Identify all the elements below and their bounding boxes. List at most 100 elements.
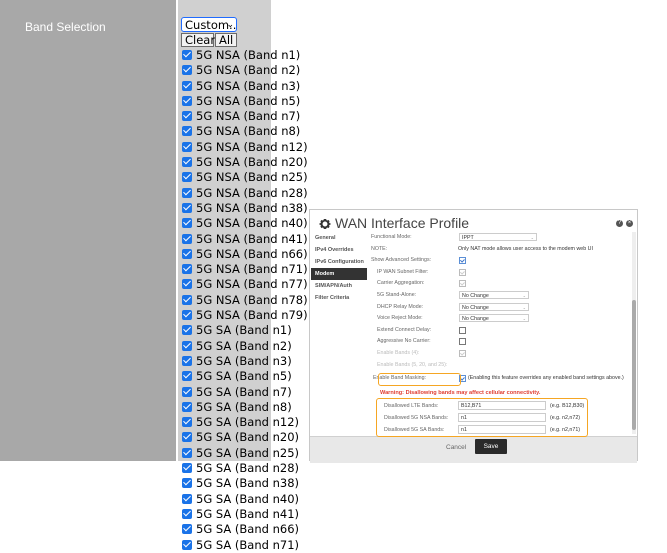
- band-checkbox[interactable]: [182, 157, 192, 168]
- band-checkbox-item[interactable]: 5G NSA (Band n12): [182, 140, 308, 155]
- nav-item-ipv4-overrides[interactable]: IPv4 Overrides: [311, 244, 367, 256]
- sa-bands-input[interactable]: n1: [458, 425, 546, 434]
- band-checkbox[interactable]: [182, 432, 192, 443]
- band-checkbox[interactable]: [182, 478, 192, 489]
- help-icon[interactable]: ?: [616, 220, 623, 227]
- voice-label: Voice Reject Mode:: [377, 315, 423, 322]
- band-checkbox-item[interactable]: 5G NSA (Band n28): [182, 186, 308, 201]
- enable-b4-checkbox[interactable]: [459, 349, 466, 357]
- band-checkbox-item[interactable]: 5G NSA (Band n8): [182, 124, 300, 139]
- band-checkbox[interactable]: [182, 95, 192, 106]
- ip-wan-subnet-checkbox[interactable]: [459, 268, 466, 276]
- band-checkbox-item[interactable]: 5G NSA (Band n78): [182, 293, 308, 308]
- band-checkbox-item[interactable]: 5G NSA (Band n77): [182, 277, 308, 292]
- band-checkbox[interactable]: [182, 539, 192, 550]
- show-advanced-checkbox[interactable]: [459, 257, 466, 265]
- band-checkbox[interactable]: [182, 248, 192, 259]
- band-checkbox-item[interactable]: 5G NSA (Band n1): [182, 48, 300, 63]
- band-checkbox-item[interactable]: 5G NSA (Band n20): [182, 155, 308, 170]
- band-checkbox-item[interactable]: 5G SA (Band n12): [182, 415, 299, 430]
- scroll-thumb[interactable]: [632, 300, 636, 430]
- band-checkbox-item[interactable]: 5G SA (Band n5): [182, 369, 292, 384]
- sa-select[interactable]: No Change ⌄: [459, 290, 529, 299]
- band-checkbox-item[interactable]: 5G NSA (Band n25): [182, 170, 308, 185]
- chevron-down-icon: ⌄: [522, 292, 526, 298]
- band-checkbox[interactable]: [182, 371, 192, 382]
- band-checkbox-item[interactable]: 5G NSA (Band n40): [182, 216, 308, 231]
- band-checkbox-item[interactable]: 5G SA (Band n8): [182, 400, 292, 415]
- band-checkbox[interactable]: [182, 141, 192, 152]
- nav-item-modem[interactable]: Modem: [311, 268, 367, 280]
- carrier-agg-checkbox[interactable]: [459, 280, 466, 288]
- voice-select[interactable]: No Change ⌄: [459, 314, 529, 323]
- band-checkbox[interactable]: [182, 233, 192, 244]
- band-checkbox[interactable]: [182, 294, 192, 305]
- band-checkbox[interactable]: [182, 50, 192, 60]
- band-checkbox[interactable]: [182, 447, 192, 458]
- band-checkbox-item[interactable]: 5G NSA (Band n3): [182, 79, 300, 94]
- band-checkbox[interactable]: [182, 463, 192, 474]
- functional-mode-select[interactable]: IPPT ⌄: [459, 233, 537, 241]
- nav-item-filter-criteria[interactable]: Filter Criteria: [311, 292, 367, 304]
- band-checkbox-item[interactable]: 5G NSA (Band n2): [182, 63, 300, 78]
- band-checkbox-item[interactable]: 5G SA (Band n7): [182, 385, 292, 400]
- band-checkbox-item[interactable]: 5G SA (Band n20): [182, 430, 299, 445]
- lte-bands-input[interactable]: B12,B71: [458, 401, 546, 410]
- dialog-scrollbar[interactable]: [632, 232, 636, 434]
- extend-label: Extend Connect Delay:: [377, 326, 432, 333]
- band-checkbox-item[interactable]: 5G SA (Band n2): [182, 339, 292, 354]
- band-checkbox-item[interactable]: 5G SA (Band n1): [182, 323, 292, 338]
- band-checkbox[interactable]: [182, 80, 192, 91]
- band-checkbox-item[interactable]: 5G NSA (Band n5): [182, 94, 300, 109]
- band-checkbox[interactable]: [182, 417, 192, 428]
- band-checkbox-item[interactable]: 5G NSA (Band n41): [182, 232, 308, 247]
- band-checkbox-item[interactable]: 5G SA (Band n3): [182, 354, 292, 369]
- band-checkbox[interactable]: [182, 202, 192, 213]
- band-checkbox[interactable]: [182, 508, 192, 519]
- band-checkbox[interactable]: [182, 524, 192, 535]
- band-checkbox-label: 5G NSA (Band n77): [196, 277, 308, 292]
- band-checkbox[interactable]: [182, 65, 192, 76]
- band-checkbox-item[interactable]: 5G NSA (Band n7): [182, 109, 300, 124]
- band-checkbox[interactable]: [182, 340, 192, 351]
- band-checkbox-item[interactable]: 5G NSA (Band n66): [182, 247, 308, 262]
- nav-item-general[interactable]: General: [311, 232, 367, 244]
- band-checkbox[interactable]: [182, 493, 192, 504]
- band-checkbox[interactable]: [182, 187, 192, 198]
- band-checkbox[interactable]: [182, 386, 192, 397]
- band-checkbox-item[interactable]: 5G NSA (Band n71): [182, 262, 308, 277]
- band-checkbox[interactable]: [182, 279, 192, 290]
- band-checkbox-item[interactable]: 5G SA (Band n28): [182, 461, 299, 476]
- band-checkbox-item[interactable]: 5G SA (Band n25): [182, 446, 299, 461]
- functional-mode-row: Functional Mode: IPPT ⌄: [371, 232, 631, 244]
- extend-checkbox[interactable]: [459, 326, 466, 334]
- band-checkbox[interactable]: [182, 325, 192, 336]
- cancel-button[interactable]: Cancel: [446, 444, 466, 451]
- band-checkbox-item[interactable]: 5G SA (Band n38): [182, 476, 299, 491]
- band-checkbox-item[interactable]: 5G NSA (Band n38): [182, 201, 308, 216]
- clear-button[interactable]: Clear: [181, 33, 215, 47]
- band-checkbox-item[interactable]: 5G NSA (Band n79): [182, 308, 308, 323]
- close-icon[interactable]: ×: [626, 220, 633, 227]
- band-checkbox-item[interactable]: 5G SA (Band n40): [182, 492, 299, 507]
- band-checkbox[interactable]: [182, 401, 192, 412]
- band-selection-dropdown[interactable]: Custom... ⌄: [181, 17, 237, 32]
- band-checkbox[interactable]: [182, 172, 192, 183]
- nav-item-sim-apn-auth[interactable]: SIM/APN/Auth: [311, 280, 367, 292]
- band-checkbox[interactable]: [182, 126, 192, 137]
- band-checkbox[interactable]: [182, 218, 192, 229]
- band-checkbox[interactable]: [182, 264, 192, 275]
- nav-item-ipv6-configuration[interactable]: IPv6 Configuration: [311, 256, 367, 268]
- band-checkbox[interactable]: [182, 355, 192, 366]
- aggressive-checkbox[interactable]: [459, 338, 466, 346]
- all-button[interactable]: All: [215, 33, 237, 47]
- save-button[interactable]: Save: [475, 439, 507, 454]
- band-checkbox-item[interactable]: 5G SA (Band n41): [182, 507, 299, 522]
- band-checkbox[interactable]: [182, 310, 192, 321]
- band-checkbox-item[interactable]: 5G SA (Band n66): [182, 522, 299, 537]
- nsa-bands-input[interactable]: n1: [458, 413, 546, 422]
- band-checkbox-item[interactable]: 5G SA (Band n71): [182, 538, 299, 553]
- dhcp-select[interactable]: No Change ⌄: [459, 302, 529, 311]
- masking-note: (Enabling this feature overrides any ena…: [468, 375, 624, 382]
- band-checkbox[interactable]: [182, 111, 192, 122]
